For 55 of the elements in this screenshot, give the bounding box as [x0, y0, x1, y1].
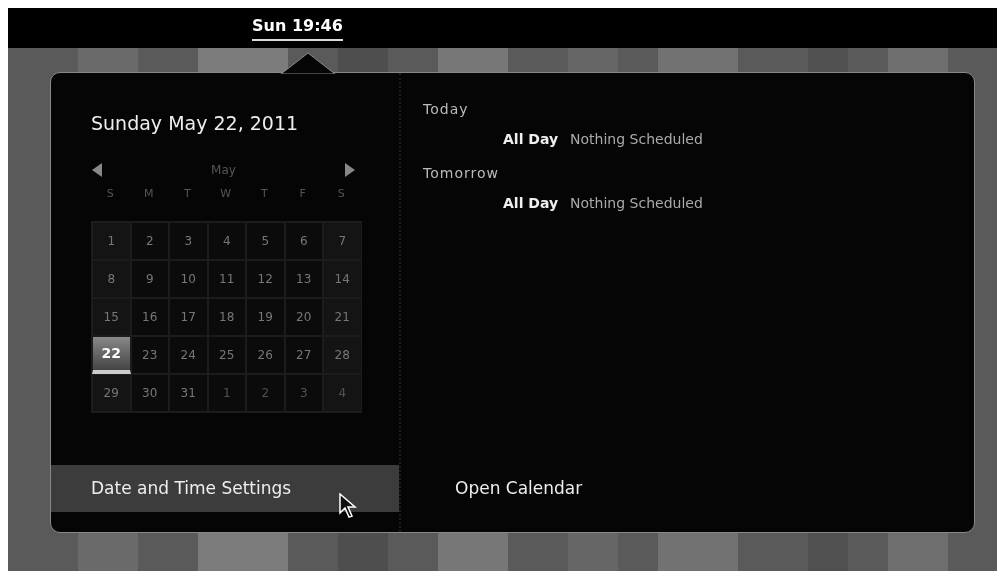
date-heading: Sunday May 22, 2011	[91, 111, 300, 136]
weekday-label: F	[298, 186, 307, 202]
agenda-heading: Tomorrow	[423, 164, 500, 183]
next-month-icon[interactable]	[344, 162, 356, 178]
day-cell[interactable]: 28	[323, 336, 362, 374]
day-cell[interactable]: 9	[130, 260, 169, 298]
day-cell[interactable]: 5	[246, 222, 285, 260]
weekday-label: M	[143, 186, 155, 202]
day-cell[interactable]: 7	[323, 222, 362, 260]
day-cell[interactable]: 30	[130, 374, 169, 412]
day-cell[interactable]: 14	[323, 260, 362, 298]
day-cell[interactable]: 8	[92, 260, 131, 298]
day-cell[interactable]: 3	[284, 374, 323, 412]
month-label: May	[211, 162, 236, 179]
day-cell[interactable]: 2	[246, 374, 285, 412]
event-title: Nothing Scheduled	[570, 194, 703, 213]
day-cell[interactable]: 10	[169, 260, 208, 298]
day-cell[interactable]: 24	[169, 336, 208, 374]
weekday-label: T	[182, 186, 192, 202]
day-cell[interactable]: 1	[207, 374, 246, 412]
day-cell[interactable]: 16	[130, 298, 169, 336]
previous-month-icon[interactable]	[91, 162, 103, 178]
day-cell[interactable]: 6	[284, 222, 323, 260]
day-cell[interactable]: 29	[92, 374, 131, 412]
day-cell[interactable]: 4	[207, 222, 246, 260]
day-cell[interactable]: 17	[169, 298, 208, 336]
clock-label[interactable]: Sun 19:46	[252, 16, 343, 41]
day-cell[interactable]: 25	[207, 336, 246, 374]
day-cell[interactable]: 13	[284, 260, 323, 298]
day-cell[interactable]: 12	[246, 260, 285, 298]
weekday-label: S	[336, 186, 346, 202]
day-cell[interactable]: 19	[246, 298, 285, 336]
agenda-heading: Today	[423, 100, 470, 119]
weekday-label: S	[105, 186, 115, 202]
day-cell[interactable]: 15	[92, 298, 131, 336]
weekday-label: T	[259, 186, 269, 202]
day-cell[interactable]: 21	[323, 298, 362, 336]
day-cell[interactable]: 3	[169, 222, 208, 260]
event-time: All Day	[503, 130, 559, 149]
day-cell[interactable]: 31	[169, 374, 208, 412]
event-title: Nothing Scheduled	[570, 130, 703, 149]
day-cell[interactable]: 22	[92, 336, 131, 374]
day-cell[interactable]: 11	[207, 260, 246, 298]
day-cell[interactable]: 27	[284, 336, 323, 374]
day-cell[interactable]: 1	[92, 222, 131, 260]
day-cell[interactable]: 2	[130, 222, 169, 260]
day-cell[interactable]: 18	[207, 298, 246, 336]
weekday-label: W	[219, 186, 233, 202]
day-cell[interactable]: 23	[130, 336, 169, 374]
day-cell[interactable]: 20	[284, 298, 323, 336]
event-time: All Day	[503, 194, 559, 213]
open-calendar-button[interactable]: Open Calendar	[423, 465, 974, 512]
day-cell[interactable]: 4	[323, 374, 362, 412]
day-cell[interactable]: 26	[246, 336, 285, 374]
mouse-pointer-icon	[339, 493, 359, 519]
